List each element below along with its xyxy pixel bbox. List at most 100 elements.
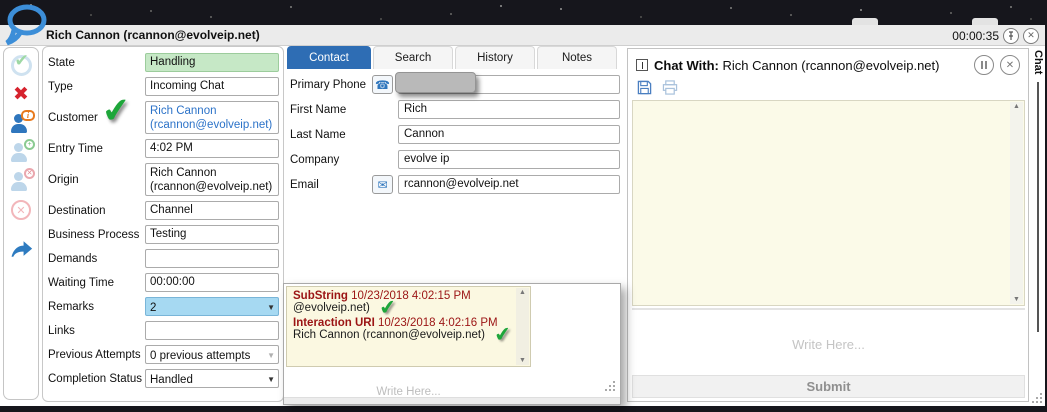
pin-icon: [1006, 31, 1016, 41]
remarks-dropdown[interactable]: 2 ▼: [145, 297, 279, 316]
demands-row: Demands: [48, 249, 279, 268]
accept-check-icon: ✔: [11, 55, 32, 76]
entry-time-label: Entry Time: [48, 143, 145, 155]
remark-title: SubString: [293, 290, 348, 302]
state-label: State: [48, 57, 145, 69]
scroll-up-icon[interactable]: ▲: [519, 289, 526, 296]
window-resize-grip[interactable]: [1030, 391, 1044, 405]
state-field[interactable]: Handling: [145, 53, 279, 72]
chat-scrollbar[interactable]: ▲ ▼: [1010, 102, 1023, 304]
company-row: Company evolve ip: [290, 150, 620, 169]
remark-text: Rich Cannon (rcannon@evolveip.net): [293, 329, 485, 341]
scroll-up-icon[interactable]: ▲: [1013, 103, 1020, 110]
pause-icon: [981, 61, 987, 69]
destination-field[interactable]: Channel: [145, 201, 279, 220]
cancel-circle-icon: ✕: [11, 200, 31, 220]
entry-time-field[interactable]: 4:02 PM: [145, 139, 279, 158]
chat-title: Chat With: Rich Cannon (rcannon@evolveip…: [654, 58, 939, 73]
customer-chat-icon: i: [10, 113, 32, 134]
phone-icon: ☎: [375, 78, 390, 92]
origin-label: Origin: [48, 174, 145, 186]
remarks-label: Remarks: [48, 301, 145, 313]
demands-field[interactable]: [145, 249, 279, 268]
chat-side-tab[interactable]: Chat: [1031, 46, 1045, 402]
interaction-timer: 00:00:35: [952, 29, 999, 43]
remarks-popup: SubString 10/23/2018 4:02:15 PM @evolvei…: [283, 283, 621, 405]
previous-attempts-label: Previous Attempts: [48, 349, 145, 361]
last-name-row: Last Name Cannon: [290, 125, 620, 144]
remark-list: SubString 10/23/2018 4:02:15 PM @evolvei…: [286, 286, 531, 367]
tab-history[interactable]: History: [455, 46, 535, 69]
previous-attempts-row: Previous Attempts 0 previous attempts ▼: [48, 345, 279, 364]
first-name-field[interactable]: Rich: [398, 100, 620, 119]
customer-row: Customer Rich Cannon (rcannon@evolveip.n…: [48, 101, 279, 134]
add-participant-icon: +: [10, 142, 32, 163]
email-label: Email: [290, 179, 372, 191]
submit-button[interactable]: Submit: [632, 375, 1025, 398]
type-field[interactable]: Incoming Chat: [145, 77, 279, 96]
primary-phone-label: Primary Phone: [290, 79, 372, 91]
completion-status-dropdown[interactable]: Handled ▼: [145, 369, 279, 388]
close-chat-button[interactable]: ✕: [1000, 55, 1020, 75]
last-name-field[interactable]: Cannon: [398, 125, 620, 144]
remove-participant-button[interactable]: ✕: [9, 169, 33, 193]
tab-notes[interactable]: Notes: [537, 46, 617, 69]
completion-status-row: Completion Status Handled ▼: [48, 369, 279, 388]
send-email-button[interactable]: ✉: [372, 175, 393, 194]
dial-button[interactable]: ☎: [372, 75, 393, 94]
redaction-overlay: [395, 72, 476, 93]
chat-message-input[interactable]: Write Here...: [632, 308, 1025, 378]
remark-list-scrollbar[interactable]: ▲ ▼: [516, 288, 529, 365]
chevron-down-icon: ▼: [267, 351, 275, 360]
close-window-button[interactable]: ✕: [1023, 28, 1039, 44]
add-participant-button[interactable]: +: [9, 140, 33, 164]
annotation-check-icon: ✔: [495, 334, 512, 336]
transfer-button[interactable]: [9, 237, 33, 261]
remarks-value: 2: [150, 302, 156, 314]
remove-participant-icon: ✕: [10, 171, 32, 192]
company-field[interactable]: evolve ip: [398, 150, 620, 169]
links-field[interactable]: [145, 321, 279, 340]
interaction-details-panel: State Handling Type Incoming Chat Custom…: [42, 46, 284, 402]
customer-chat-button[interactable]: i: [9, 111, 33, 135]
first-name-label: First Name: [290, 104, 372, 116]
agent-window: ✔ ✖ i + ✕: [0, 46, 1045, 406]
previous-attempts-value: 0 previous attempts: [150, 350, 250, 362]
contact-tabs: Contact Search History Notes: [287, 46, 624, 69]
scroll-down-icon[interactable]: ▼: [519, 357, 526, 364]
reject-x-icon: ✖: [13, 83, 29, 106]
window-title: Rich Cannon (rcannon@evolveip.net): [46, 28, 260, 42]
window-titlebar: Rich Cannon (rcannon@evolveip.net) 00:00…: [0, 25, 1045, 46]
destination-row: Destination Channel: [48, 201, 279, 220]
origin-field[interactable]: Rich Cannon (rcannon@evolveip.net): [145, 163, 279, 196]
tab-search[interactable]: Search: [373, 46, 453, 69]
reject-button[interactable]: ✖: [9, 82, 33, 106]
popup-resize-grip[interactable]: [603, 379, 617, 393]
waiting-time-row: Waiting Time 00:00:00: [48, 273, 279, 292]
type-row: Type Incoming Chat: [48, 77, 279, 96]
customer-field[interactable]: Rich Cannon (rcannon@evolveip.net): [145, 101, 279, 134]
tab-contact[interactable]: Contact: [287, 46, 371, 69]
email-field[interactable]: rcannon@evolveip.net: [398, 175, 620, 194]
last-name-label: Last Name: [290, 129, 372, 141]
scroll-down-icon[interactable]: ▼: [1013, 296, 1020, 303]
state-row: State Handling: [48, 53, 279, 72]
chat-panel: Chat With: Rich Cannon (rcannon@evolveip…: [627, 48, 1029, 402]
print-transcript-button[interactable]: [662, 80, 678, 100]
business-process-field[interactable]: Testing: [145, 225, 279, 244]
remarks-row: Remarks 2 ▼: [48, 297, 279, 316]
type-label: Type: [48, 81, 145, 93]
desktop: Rich Cannon (rcannon@evolveip.net) 00:00…: [0, 0, 1047, 412]
links-label: Links: [48, 325, 145, 337]
accept-button[interactable]: ✔: [9, 53, 33, 77]
hold-chat-button[interactable]: [974, 55, 994, 75]
speech-bubble-icon: i: [21, 110, 35, 121]
chevron-down-icon: ▼: [267, 375, 275, 384]
entry-time-row: Entry Time 4:02 PM: [48, 139, 279, 158]
pin-button[interactable]: [1003, 28, 1019, 44]
links-row: Links: [48, 321, 279, 340]
end-interaction-button[interactable]: ✕: [9, 198, 33, 222]
previous-attempts-dropdown[interactable]: 0 previous attempts ▼: [145, 345, 279, 364]
waiting-time-field[interactable]: 00:00:00: [145, 273, 279, 292]
save-transcript-button[interactable]: [637, 80, 652, 100]
